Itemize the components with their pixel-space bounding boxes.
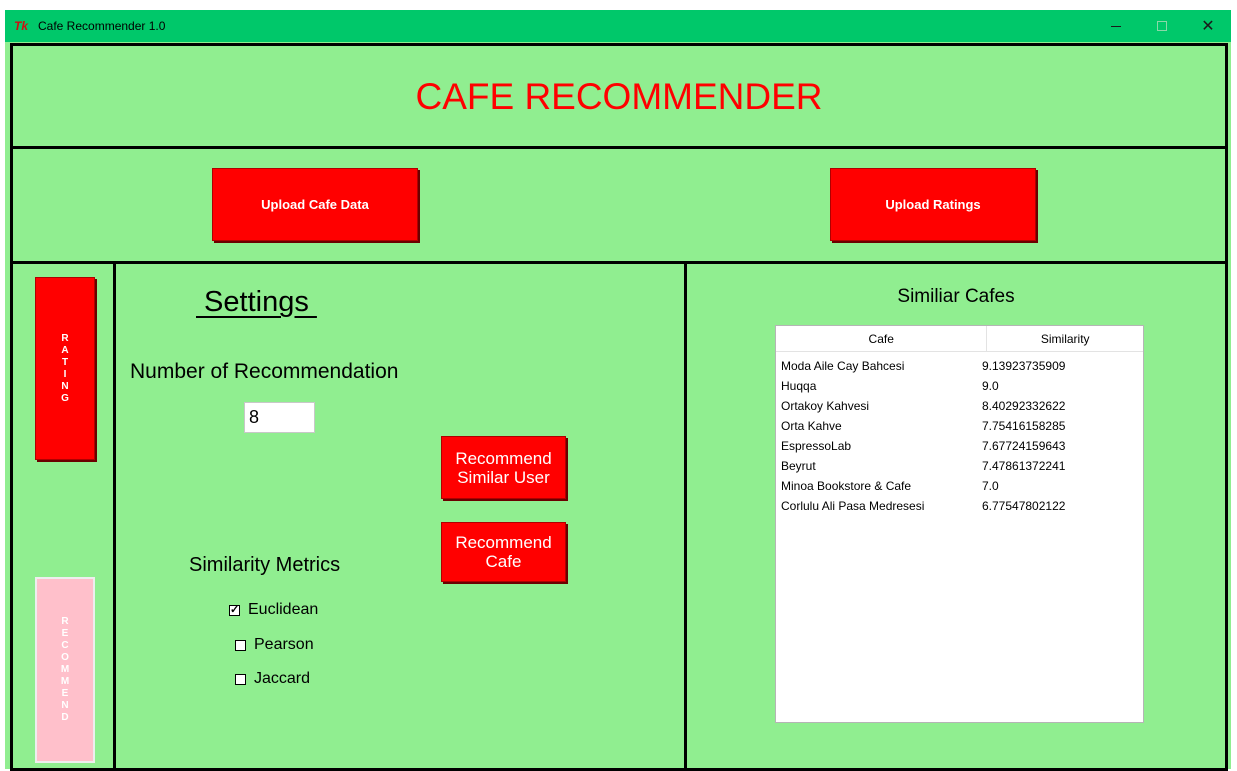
table-body: Moda Aile Cay Bahcesi 9.13923735909 Huqq…	[776, 352, 1143, 516]
minimize-button[interactable]	[1093, 10, 1139, 42]
table-row[interactable]: EspressoLab 7.67724159643	[776, 436, 1143, 456]
euclidean-label: Euclidean	[248, 601, 319, 618]
cafe-cell: Moda Aile Cay Bahcesi	[781, 359, 905, 373]
recommend-letter: E	[61, 688, 69, 699]
cafe-cell: Corlulu Ali Pasa Medresesi	[781, 499, 925, 513]
tk-feather-icon: Tk	[14, 19, 29, 33]
mode-rail: R A T I N G R E C O M M E N D	[10, 261, 116, 771]
app-heading: CAFE RECOMMENDER	[415, 76, 823, 117]
cafe-cell: Minoa Bookstore & Cafe	[781, 479, 912, 493]
client-area: CAFE RECOMMENDER Upload Cafe Data Upload…	[5, 42, 1231, 771]
settings-panel: Settings Number of Recommendation Recomm…	[113, 261, 687, 771]
rating-mode-button[interactable]: R A T I N G	[35, 277, 95, 460]
similar-cafes-table[interactable]: Cafe Similarity Moda Aile Cay Bahcesi 9.…	[775, 325, 1144, 723]
cafe-cell: Orta Kahve	[781, 419, 842, 433]
recommend-letter: M	[60, 676, 70, 687]
similarity-cell: 7.47861372241	[982, 459, 1066, 473]
jaccard-label: Jaccard	[254, 670, 311, 687]
recommend-letter: E	[61, 628, 69, 639]
similarity-cell: 9.0	[982, 379, 999, 393]
rating-letter: R	[61, 332, 69, 344]
window-controls: ✕	[1093, 10, 1231, 42]
recommend-similar-user-button[interactable]: Recommend Similar User	[441, 436, 566, 499]
recommend-letter: N	[61, 700, 69, 711]
cafe-cell: Beyrut	[781, 459, 816, 473]
rating-letter: I	[63, 368, 67, 380]
pearson-label: Pearson	[254, 636, 314, 653]
column-header-similarity[interactable]: Similarity	[987, 326, 1143, 351]
cafe-cell: EspressoLab	[781, 439, 852, 453]
recommend-cafe-label-line2: Cafe	[485, 552, 522, 571]
table-row[interactable]: Beyrut 7.47861372241	[776, 456, 1143, 476]
table-row[interactable]: Moda Aile Cay Bahcesi 9.13923735909	[776, 356, 1143, 376]
table-row[interactable]: Orta Kahve 7.75416158285	[776, 416, 1143, 436]
recommend-letter: C	[61, 640, 69, 651]
column-header-cafe[interactable]: Cafe	[776, 326, 988, 351]
upload-cafe-data-button[interactable]: Upload Cafe Data	[212, 168, 418, 241]
table-row[interactable]: Corlulu Ali Pasa Medresesi 6.77547802122	[776, 496, 1143, 516]
cafe-cell: Huqqa	[781, 379, 817, 393]
similarity-cell: 9.13923735909	[982, 359, 1066, 373]
rating-letter: G	[61, 392, 69, 404]
recommend-user-label-line1: Recommend	[455, 448, 552, 468]
similarity-metrics-label: Similarity Metrics	[189, 554, 341, 576]
header-panel: CAFE RECOMMENDER	[10, 43, 1228, 149]
recommend-user-label-line2: Similar User	[457, 467, 550, 487]
num-recommendation-label: Number of Recommendation	[130, 360, 399, 383]
pearson-checkbox[interactable]: Pearson	[235, 636, 314, 654]
num-recommendation-input[interactable]	[244, 402, 315, 433]
rating-letter: N	[61, 380, 69, 392]
results-panel: Similiar Cafes Cafe Similarity Moda Aile…	[684, 261, 1228, 771]
recommend-letter: D	[61, 712, 69, 723]
upload-ratings-button[interactable]: Upload Ratings	[830, 168, 1036, 241]
similarity-cell: 8.40292332622	[982, 399, 1066, 413]
settings-title: Settings	[196, 286, 317, 318]
table-row[interactable]: Ortakoy Kahvesi 8.40292332622	[776, 396, 1143, 416]
cafe-cell: Ortakoy Kahvesi	[781, 399, 870, 413]
jaccard-checkbox[interactable]: Jaccard	[235, 670, 310, 688]
checkbox-empty-icon	[235, 673, 246, 685]
similarity-cell: 6.77547802122	[982, 499, 1066, 513]
recommend-letter: O	[61, 652, 69, 663]
table-header: Cafe Similarity	[776, 326, 1143, 352]
table-row[interactable]: Huqqa 9.0	[776, 376, 1143, 396]
recommend-mode-button[interactable]: R E C O M M E N D	[35, 577, 95, 763]
recommend-letter: M	[60, 664, 70, 675]
checkbox-empty-icon	[235, 639, 246, 651]
table-row[interactable]: Minoa Bookstore & Cafe 7.0	[776, 476, 1143, 496]
rating-letter: A	[61, 344, 69, 356]
window-title: Cafe Recommender 1.0	[38, 19, 166, 33]
euclidean-checkbox[interactable]: ✓ Euclidean	[229, 601, 318, 619]
title-bar[interactable]: Tk Cafe Recommender 1.0 ✕	[5, 10, 1231, 42]
similarity-cell: 7.75416158285	[982, 419, 1066, 433]
similarity-cell: 7.67724159643	[982, 439, 1066, 453]
similarity-cell: 7.0	[982, 479, 999, 493]
recommend-cafe-label-line1: Recommend	[455, 533, 552, 552]
maximize-button[interactable]	[1139, 10, 1185, 42]
close-icon: ✕	[1201, 18, 1215, 35]
close-button[interactable]: ✕	[1185, 10, 1231, 42]
upload-panel: Upload Cafe Data Upload Ratings	[10, 146, 1228, 264]
maximize-icon	[1157, 21, 1167, 31]
recommend-letter: R	[61, 616, 69, 627]
recommend-cafe-button[interactable]: Recommend Cafe	[441, 522, 566, 582]
checkbox-checked-icon: ✓	[229, 603, 240, 616]
app-window: Tk Cafe Recommender 1.0 ✕ CAFE RECOMMEND…	[0, 0, 1237, 771]
minimize-icon	[1111, 25, 1121, 27]
rating-letter: T	[61, 356, 69, 368]
similar-cafes-title: Similiar Cafes	[897, 286, 1015, 307]
